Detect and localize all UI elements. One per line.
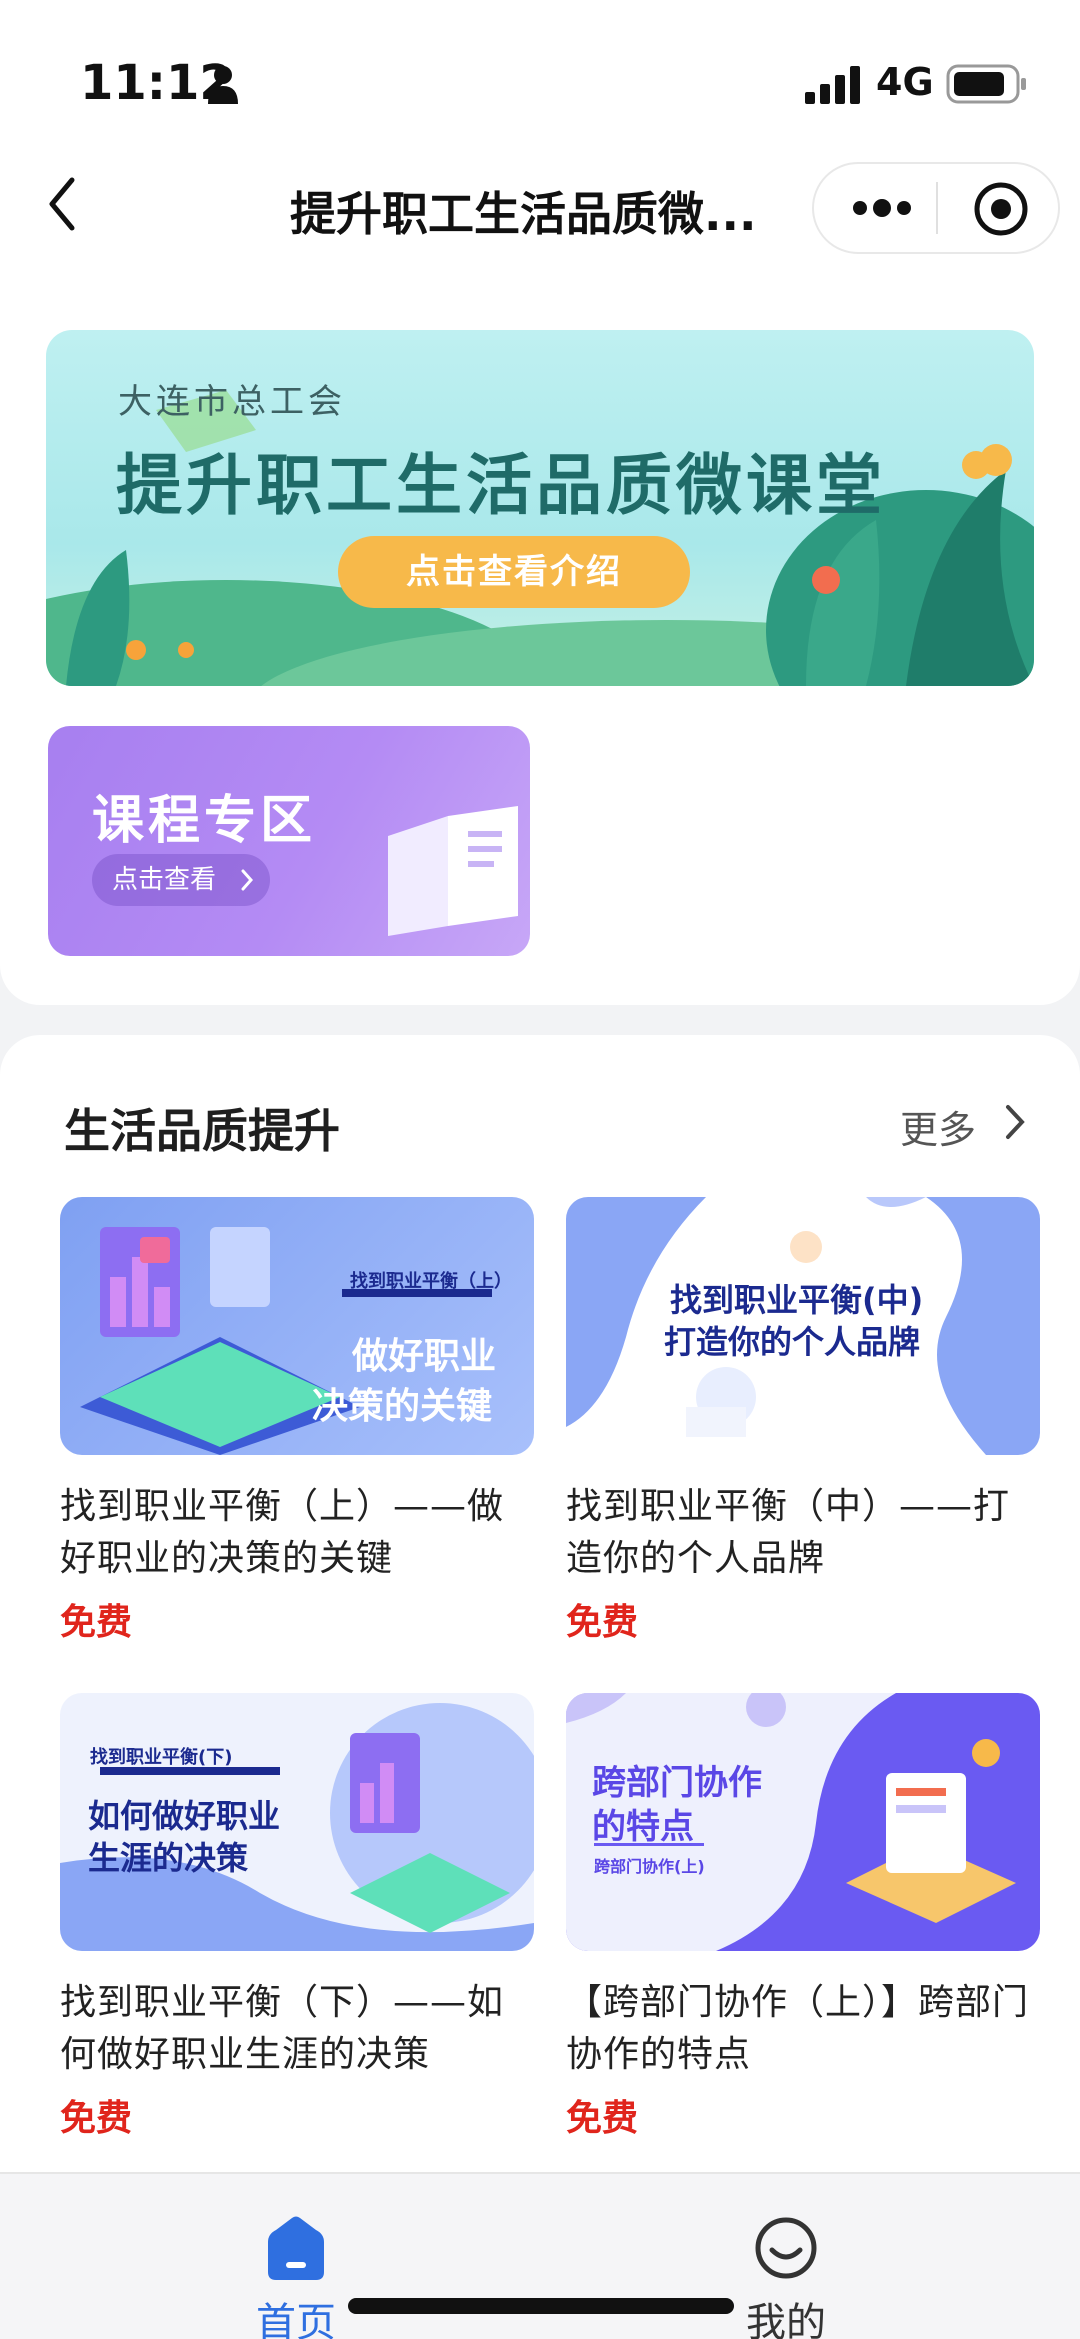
thumbnail-text-line2: 的特点 bbox=[592, 1807, 694, 1847]
course-title: 找到职业平衡（上）——做好职业的决策的关键 bbox=[60, 1486, 505, 1579]
chevron-right-icon[interactable] bbox=[1004, 1103, 1026, 1141]
tab-home[interactable]: 首页 bbox=[196, 2174, 396, 2339]
signal-icon bbox=[805, 66, 860, 104]
back-icon[interactable] bbox=[40, 172, 88, 236]
view-intro-button[interactable]: 点击查看介绍 bbox=[338, 536, 690, 608]
course-thumbnail: 找到职业平衡(下) 如何做好职业 生涯的决策 bbox=[60, 1693, 534, 1951]
thumbnail-text-line1: 跨部门协作 bbox=[592, 1763, 762, 1803]
course-title: 【跨部门协作（上）】跨部门协作的特点 bbox=[566, 1982, 1030, 2075]
course-card[interactable]: 跨部门协作 的特点 跨部门协作(上) 【跨部门协作（上）】跨部门协作的特点 免费 bbox=[566, 1693, 1040, 2143]
capsule-divider bbox=[936, 182, 938, 234]
home-indicator bbox=[348, 2298, 734, 2314]
course-card[interactable]: 找到职业平衡(下) 如何做好职业 生涯的决策 找到职业平衡（下）——如何做好职业… bbox=[60, 1693, 534, 2143]
smile-icon bbox=[755, 2217, 817, 2279]
course-title: 找到职业平衡（中）——打造你的个人品牌 bbox=[566, 1486, 1011, 1579]
battery-icon bbox=[946, 64, 1026, 104]
course-card[interactable]: 找到职业平衡（上） 做好职业 决策的关键 找到职业平衡（上）——做好职业的决策的… bbox=[60, 1197, 534, 1647]
thumbnail-small-text: 找到职业平衡(下) bbox=[90, 1747, 233, 1768]
course-thumbnail: 跨部门协作 的特点 跨部门协作(上) bbox=[566, 1693, 1040, 1951]
thumbnail-text-line1: 做好职业 bbox=[352, 1336, 497, 1377]
section-title: 生活品质提升 bbox=[64, 1104, 340, 1158]
chevron-right-icon bbox=[241, 869, 254, 891]
course-price: 免费 bbox=[60, 2098, 133, 2139]
intro-banner[interactable]: 大连市总工会 提升职工生活品质微课堂 点击查看介绍 bbox=[46, 330, 1034, 686]
thumbnail-text-line2: 打造你的个人品牌 bbox=[664, 1323, 921, 1361]
home-icon bbox=[268, 2216, 324, 2280]
miniprogram-capsule bbox=[812, 162, 1060, 254]
status-bar: 11:12 4G bbox=[0, 0, 1080, 150]
page-title: 提升职工生活品质微... bbox=[290, 187, 757, 238]
banner-title: 提升职工生活品质微课堂 bbox=[116, 447, 886, 524]
book-icon bbox=[388, 806, 518, 936]
more-icon[interactable] bbox=[844, 186, 920, 230]
close-target-icon[interactable] bbox=[972, 180, 1030, 238]
thumbnail-text-line2: 生涯的决策 bbox=[88, 1839, 249, 1877]
thumbnail-small-text: 找到职业平衡（上） bbox=[350, 1271, 512, 1292]
course-title: 找到职业平衡（下）——如何做好职业生涯的决策 bbox=[60, 1982, 505, 2075]
thumbnail-text-line1: 如何做好职业 bbox=[88, 1797, 281, 1835]
course-thumbnail: 找到职业平衡(中) 打造你的个人品牌 bbox=[566, 1197, 1040, 1455]
course-card[interactable]: 找到职业平衡(中) 打造你的个人品牌 找到职业平衡（中）——打造你的个人品牌 免… bbox=[566, 1197, 1040, 1647]
course-thumbnail: 找到职业平衡（上） 做好职业 决策的关键 bbox=[60, 1197, 534, 1455]
course-zone-view-label: 点击查看 bbox=[112, 865, 217, 895]
tab-mine[interactable]: 我的 bbox=[686, 2174, 886, 2339]
course-zone-card[interactable]: 课程专区 点击查看 bbox=[48, 726, 530, 956]
course-price: 免费 bbox=[566, 2098, 639, 2139]
course-price: 免费 bbox=[566, 1602, 639, 1643]
banner-subtitle: 大连市总工会 bbox=[118, 382, 346, 422]
course-price: 免费 bbox=[60, 1602, 133, 1643]
life-quality-section: 生活品质提升 更多 找到职业平衡（上） 做好职业 决策的关键 找到职业平衡（上）… bbox=[0, 1035, 1080, 2175]
thumbnail-text-line2: 决策的关键 bbox=[312, 1386, 493, 1427]
network-type: 4G bbox=[876, 60, 934, 104]
course-zone-view-button[interactable]: 点击查看 bbox=[92, 854, 270, 906]
thumbnail-small-text: 跨部门协作(上) bbox=[594, 1857, 705, 1876]
course-zone-title: 课程专区 bbox=[92, 791, 317, 851]
more-link[interactable]: 更多 bbox=[900, 1099, 976, 1154]
person-icon bbox=[208, 66, 238, 104]
thumbnail-text-line1: 找到职业平衡(中) bbox=[670, 1281, 924, 1319]
